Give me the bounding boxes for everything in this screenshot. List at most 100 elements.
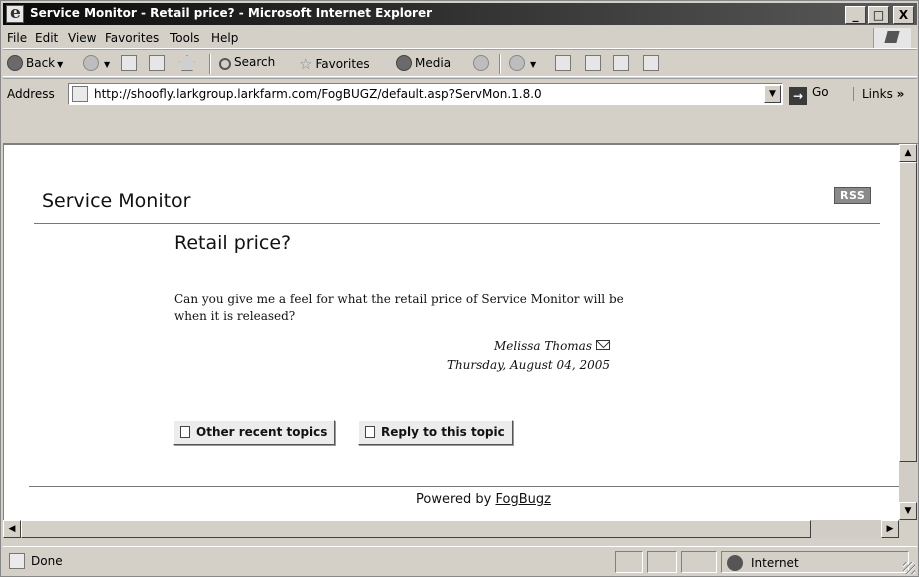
vertical-scrollbar[interactable]: ▲ ▼ — [899, 144, 917, 520]
menu-tools[interactable]: Tools — [170, 31, 200, 45]
search-label: Search — [234, 55, 276, 69]
address-url[interactable]: http://shoofly.larkgroup.larkfarm.com/Fo… — [94, 87, 542, 101]
footer-divider — [29, 486, 899, 487]
title-bar: Service Monitor - Retail price? - Micros… — [3, 3, 917, 25]
links-button[interactable]: Links » — [853, 87, 904, 101]
media-icon — [396, 55, 412, 71]
status-bar: Done Internet — [3, 546, 917, 576]
address-bar: Address http://shoofly.larkgroup.larkfar… — [3, 78, 917, 108]
mail-dropdown-icon: ▼ — [530, 60, 537, 69]
menu-file[interactable]: File — [7, 31, 27, 45]
history-button[interactable] — [473, 55, 492, 71]
rss-button[interactable]: RSS — [834, 187, 872, 204]
zone-label: Internet — [751, 556, 799, 570]
printer-icon — [555, 55, 571, 71]
refresh-icon — [149, 55, 165, 71]
go-button[interactable]: → Go — [789, 85, 829, 105]
toolbar-separator — [209, 54, 211, 74]
scroll-left-icon[interactable]: ◀ — [3, 520, 21, 538]
mail-icon — [509, 55, 525, 71]
page-viewport: Service Monitor RSS Retail price? Can yo… — [3, 144, 899, 520]
address-input[interactable]: http://shoofly.larkgroup.larkfarm.com/Fo… — [68, 83, 783, 105]
resize-grip-icon[interactable] — [903, 562, 915, 574]
reply-to-topic-button[interactable]: Reply to this topic — [358, 420, 513, 445]
print-button[interactable] — [555, 55, 574, 71]
mail-button[interactable]: ▼ — [509, 55, 536, 71]
security-zone: Internet — [727, 555, 799, 571]
other-topics-label: Other recent topics — [196, 425, 328, 439]
scroll-down-icon[interactable]: ▼ — [899, 502, 917, 520]
scrollbar-corner — [899, 520, 917, 538]
minimize-button[interactable]: _ — [845, 6, 866, 24]
chevron-right-icon: » — [896, 87, 905, 101]
page-icon — [9, 553, 25, 569]
links-label: Links — [862, 87, 893, 101]
globe-icon — [727, 555, 743, 571]
standard-toolbar: Back ▼ ▼ Search ☆ Favorites Media ▼ — [3, 49, 917, 77]
window-title: Service Monitor - Retail price? - Micros… — [30, 6, 433, 20]
menu-view[interactable]: View — [68, 31, 96, 45]
media-button[interactable]: Media — [396, 55, 451, 71]
topic-title: Retail price? — [174, 232, 292, 254]
status-panel — [681, 551, 717, 573]
page-icon — [72, 86, 88, 102]
address-dropdown-button[interactable]: ▼ — [764, 85, 781, 103]
forward-button[interactable]: ▼ — [83, 55, 110, 71]
go-label: Go — [812, 85, 829, 99]
horizontal-scroll-thumb[interactable] — [21, 520, 811, 538]
menu-help[interactable]: Help — [211, 31, 238, 45]
fogbugz-link[interactable]: FogBugz — [496, 492, 551, 507]
discuss-icon — [613, 55, 629, 71]
status-panel — [647, 551, 677, 573]
stop-button[interactable] — [121, 55, 140, 71]
scroll-right-icon[interactable]: ▶ — [881, 520, 899, 538]
go-arrow-icon: → — [789, 87, 807, 105]
status-text: Done — [31, 554, 63, 568]
home-icon — [179, 55, 195, 71]
browser-window: Service Monitor - Retail price? - Micros… — [0, 0, 919, 577]
back-label: Back — [26, 56, 56, 70]
menu-edit[interactable]: Edit — [35, 31, 58, 45]
messenger-icon — [643, 55, 659, 71]
list-icon — [180, 426, 190, 438]
address-label: Address — [7, 87, 55, 101]
search-icon — [219, 58, 231, 70]
scroll-up-icon[interactable]: ▲ — [899, 144, 917, 162]
edit-icon — [585, 55, 601, 71]
favorites-label: Favorites — [315, 57, 370, 71]
history-icon — [473, 55, 489, 71]
search-button[interactable]: Search — [219, 55, 275, 70]
back-dropdown-icon: ▼ — [57, 60, 64, 69]
post-body: Can you give me a feel for what the reta… — [174, 292, 624, 323]
stop-icon — [121, 55, 137, 71]
header-divider — [34, 223, 880, 224]
site-title: Service Monitor — [42, 190, 191, 212]
reply-label: Reply to this topic — [381, 425, 505, 439]
powered-by-text: Powered by — [416, 492, 492, 507]
post-author: Melissa Thomas — [494, 339, 610, 353]
other-recent-topics-button[interactable]: Other recent topics — [173, 420, 336, 445]
back-arrow-icon — [7, 55, 23, 71]
post-date: Thursday, August 04, 2005 — [446, 358, 610, 372]
close-button[interactable]: X — [893, 6, 914, 24]
menu-favorites[interactable]: Favorites — [105, 31, 159, 45]
back-button[interactable]: Back ▼ — [7, 55, 63, 71]
media-label: Media — [415, 56, 452, 70]
refresh-button[interactable] — [149, 55, 168, 71]
home-button[interactable] — [179, 55, 198, 71]
windows-logo-icon — [873, 28, 911, 48]
toolbar-separator — [499, 54, 501, 74]
maximize-button[interactable]: □ — [868, 6, 889, 24]
author-name[interactable]: Melissa Thomas — [494, 339, 592, 353]
forward-dropdown-icon: ▼ — [104, 60, 111, 69]
discuss-button[interactable] — [613, 55, 632, 71]
forward-arrow-icon — [83, 55, 99, 71]
mail-icon[interactable] — [596, 340, 610, 350]
status-panel — [615, 551, 643, 573]
vertical-scroll-thumb[interactable] — [899, 162, 917, 462]
messenger-button[interactable] — [643, 55, 662, 71]
favorites-button[interactable]: ☆ Favorites — [299, 55, 370, 73]
edit-button[interactable] — [585, 55, 604, 71]
horizontal-scrollbar[interactable]: ◀ ▶ — [3, 520, 899, 538]
star-icon: ☆ — [299, 55, 313, 73]
